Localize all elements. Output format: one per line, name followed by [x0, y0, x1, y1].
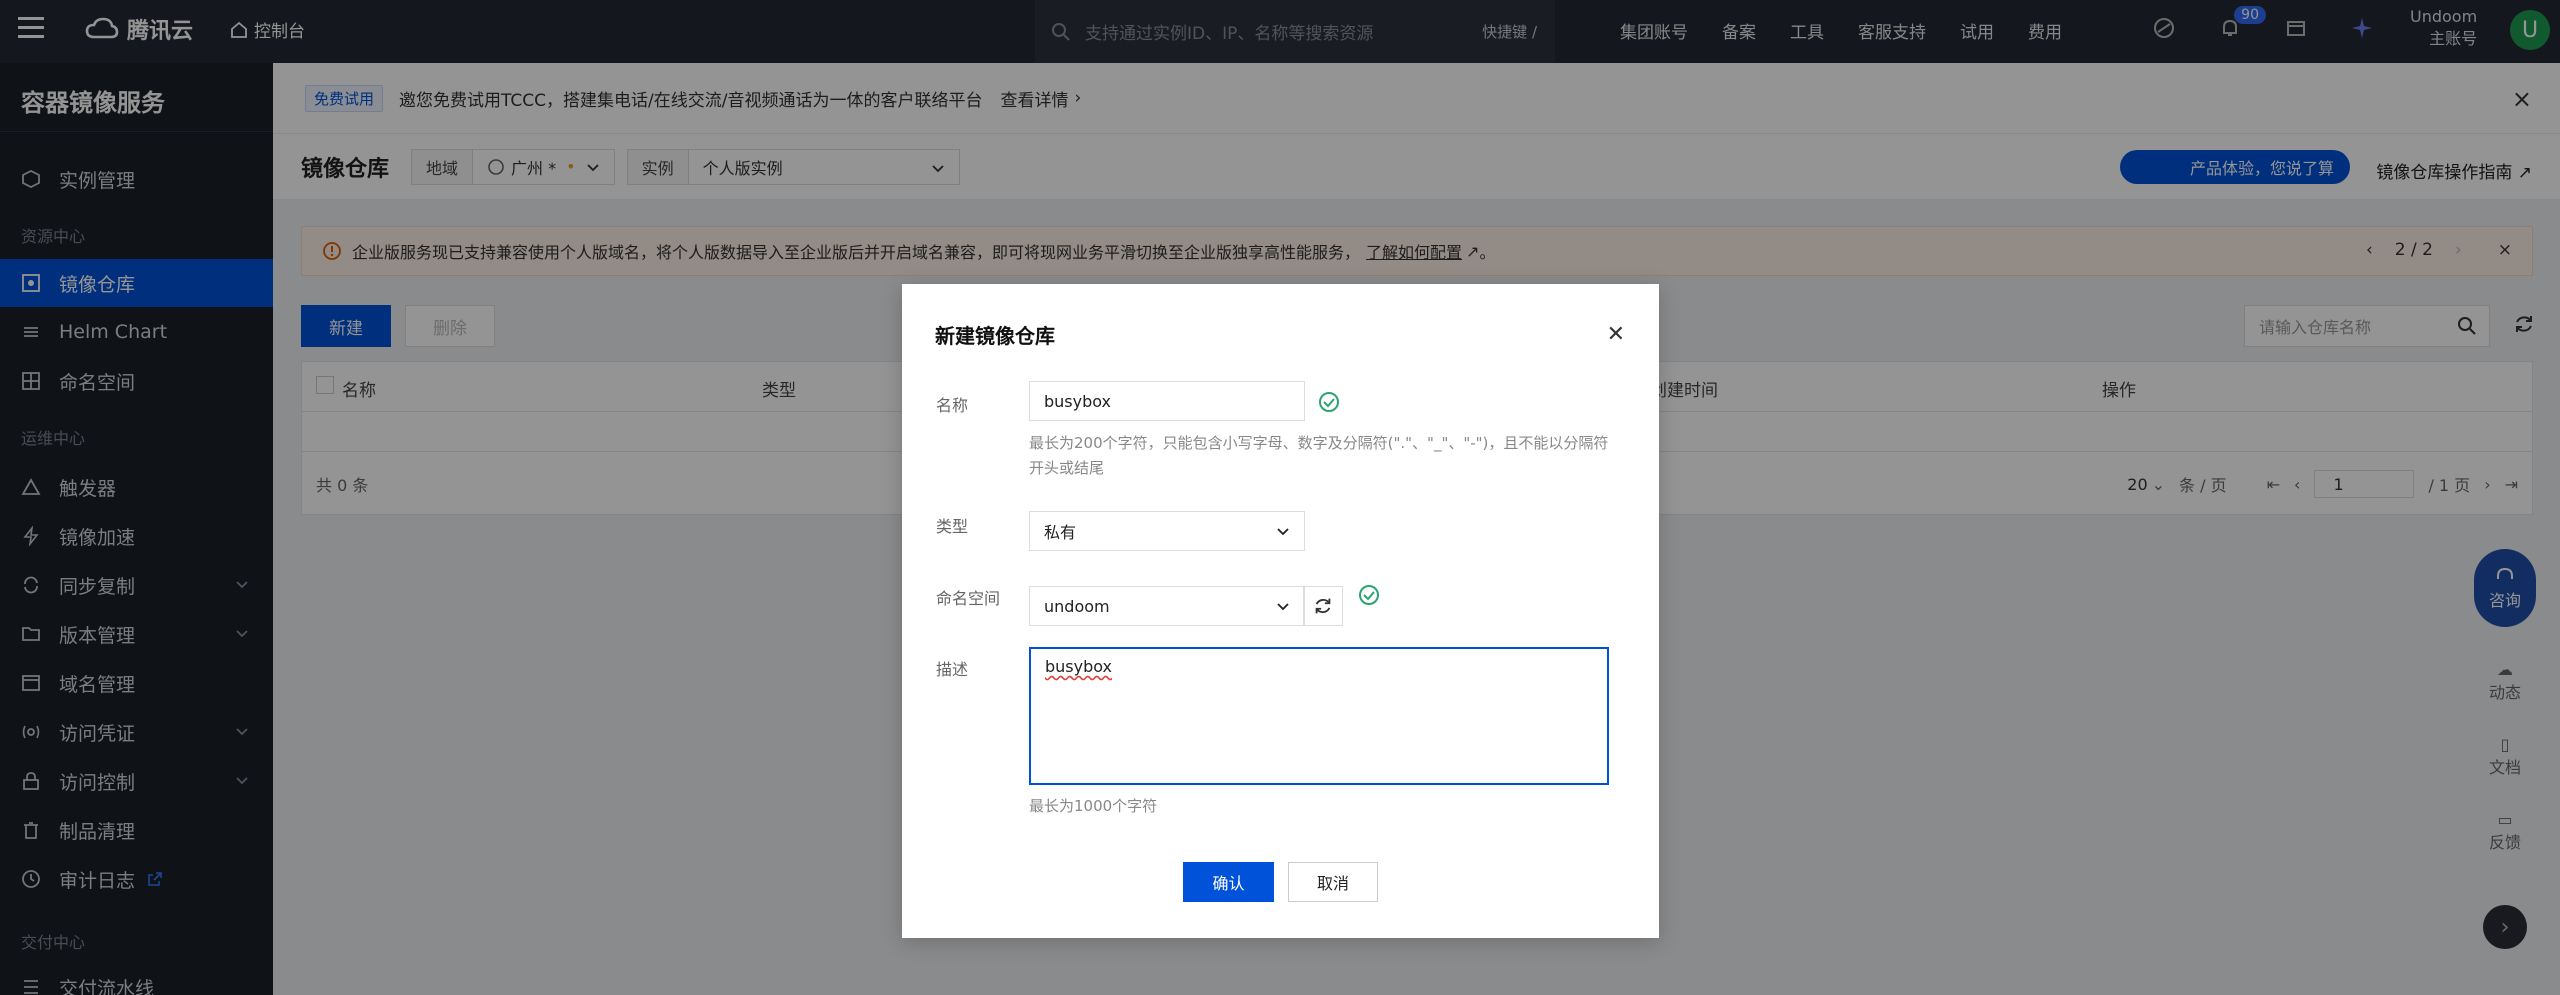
check-circle-icon — [1319, 392, 1339, 412]
name-value: busybox — [1044, 391, 1112, 411]
cancel-button[interactable]: 取消 — [1288, 862, 1378, 902]
confirm-button[interactable]: 确认 — [1183, 862, 1274, 902]
description-label: 描述 — [936, 660, 969, 679]
name-hint: 最长为200个字符，只能包含小写字母、数字及分隔符("."、"_"、"-")，且… — [1029, 434, 1609, 477]
create-repo-dialog: 新建镜像仓库 ✕ 名称 busybox 最长为200个字符，只能包含小写字母、数… — [902, 284, 1659, 938]
type-label: 类型 — [936, 517, 969, 536]
close-icon[interactable]: ✕ — [1607, 322, 1625, 347]
namespace-label: 命名空间 — [936, 589, 1001, 608]
dialog-title: 新建镜像仓库 — [935, 324, 1055, 348]
description-value: busybox — [1045, 657, 1113, 676]
name-label: 名称 — [936, 396, 969, 415]
chevron-down-icon — [1277, 528, 1289, 536]
namespace-value: undoom — [1044, 596, 1110, 616]
description-hint: 最长为1000个字符 — [1029, 797, 1158, 815]
refresh-icon — [1315, 598, 1331, 614]
type-value: 私有 — [1044, 523, 1077, 542]
check-circle-icon — [1359, 585, 1379, 605]
namespace-select[interactable]: undoom — [1029, 586, 1305, 626]
description-textarea[interactable]: busybox — [1029, 647, 1609, 785]
type-select[interactable]: 私有 — [1029, 511, 1305, 551]
namespace-refresh-button[interactable] — [1303, 586, 1343, 626]
chevron-down-icon — [1277, 603, 1289, 611]
name-field[interactable]: busybox — [1029, 381, 1305, 421]
